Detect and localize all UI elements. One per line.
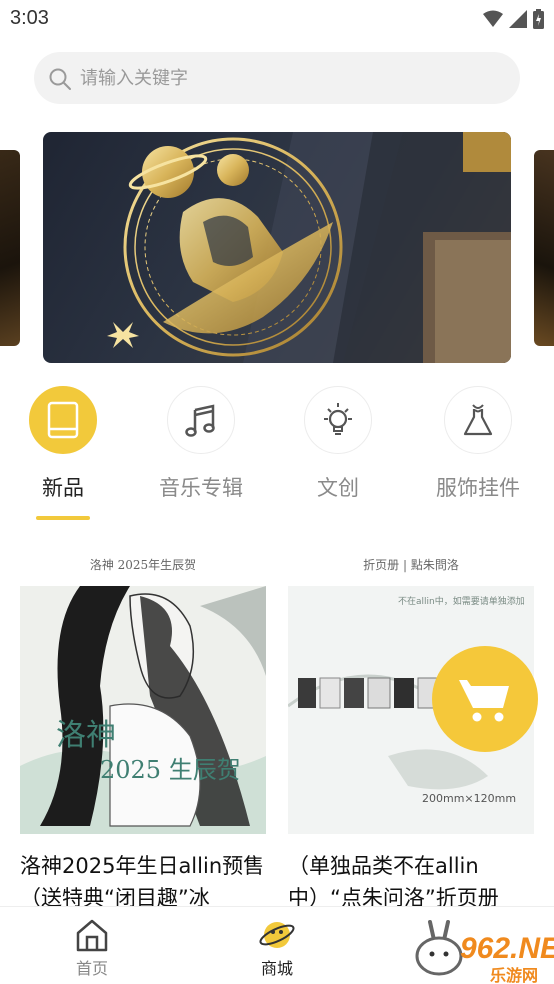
category-label: 新品 [42,476,84,500]
art-text-title: 洛神 [56,718,116,753]
battery-icon [533,9,544,29]
wifi-icon [483,10,503,27]
book-icon [47,401,79,439]
search-icon [49,68,71,90]
status-bar: 3:03 [0,0,554,38]
watermark-text: 962.NET [460,932,554,965]
watermark-sub: 乐游网 [490,966,539,984]
product-title[interactable]: 洛神2025年生日allin预售（送特典“闭目趣”冰 [20,850,270,906]
category-label: 文创 [317,476,359,500]
product-image-caption: 洛神 2025年生辰贺 [89,558,197,572]
category-apparel-circle [444,386,512,454]
product-card[interactable]: 洛神 2025年生辰贺 洛神 2025 生辰贺 洛神2025年生日allin预售… [20,550,266,906]
category-creative[interactable]: 文创 [278,384,398,524]
status-time: 3:03 [10,7,49,29]
product-image-caption: 折页册 | 點朱問洛 [363,558,459,572]
astronaut-bookmark-illustration [107,132,511,363]
category-new[interactable]: 新品 [3,384,123,524]
banner-carousel[interactable] [0,130,554,366]
tab-mall[interactable]: 商城 [222,907,332,984]
category-active-indicator [36,516,90,520]
lightbulb-icon [324,403,352,435]
planet-mall-icon [259,922,295,948]
art-size: 200mm×120mm [422,792,517,805]
category-music-circle [167,386,235,454]
shopping-cart-icon [459,680,509,722]
dress-icon [463,404,493,436]
signal-icon [509,10,527,28]
category-creative-circle [304,386,372,454]
product-image[interactable]: 洛神 2025年生辰贺 洛神 2025 生辰贺 [20,550,266,834]
status-icons [483,8,544,30]
tab-label: 首页 [75,959,108,978]
category-label: 音乐专辑 [159,476,243,500]
site-watermark-logo: 962.NET 乐游网 [412,916,554,984]
banner-next-slide[interactable] [534,150,554,346]
category-label: 服饰挂件 [436,476,520,500]
art-text-subtitle: 2025 生辰贺 [100,756,241,784]
product-title[interactable]: （单独品类不在allin中）“点朱问洛”折页册 [288,850,538,906]
category-new-circle [29,386,97,454]
category-nav: 新品 音乐专辑 文创 服饰挂件 [0,384,554,524]
art-note: 不在allin中，如需要请单独添加 [398,597,525,607]
category-music[interactable]: 音乐专辑 [141,384,261,524]
search-input[interactable] [80,52,500,104]
category-apparel[interactable]: 服饰挂件 [418,384,538,524]
search-bar[interactable] [34,52,520,104]
music-note-icon [185,404,215,437]
banner-image[interactable] [43,132,511,363]
home-icon [76,919,108,952]
banner-prev-slide[interactable] [0,150,20,346]
tab-home[interactable]: 首页 [37,907,147,984]
tab-label: 商城 [260,959,293,978]
cart-button[interactable] [432,646,538,752]
